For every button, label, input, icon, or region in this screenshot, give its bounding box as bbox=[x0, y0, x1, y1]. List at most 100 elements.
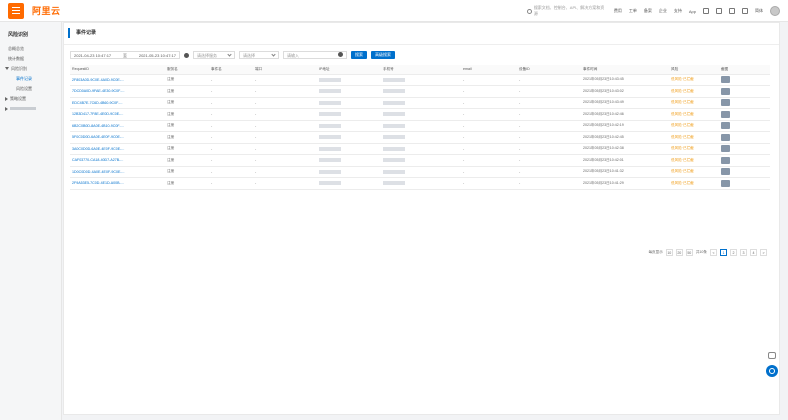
cell-screenshot[interactable] bbox=[719, 74, 770, 86]
sidebar-group-risk[interactable]: 风险识别 bbox=[0, 64, 61, 74]
cell-request-id[interactable]: 1D0C0D0D-4A0E-4E0F-9C0E-... bbox=[70, 166, 165, 178]
table-row[interactable]: 3A0C0D0D-6A0E-4E0F-9C0E-... 注册 - - - -2021年05… bbox=[70, 143, 770, 155]
col-port[interactable]: 端口 bbox=[253, 65, 317, 75]
table-row[interactable]: 5F0C0D0D-6A0E-4E0F-9C0E-... 注册 - - - -2021年05… bbox=[70, 131, 770, 144]
cell-email: - bbox=[461, 154, 517, 167]
advanced-search-button[interactable]: 高级搜索 bbox=[371, 51, 395, 59]
cell-screenshot[interactable] bbox=[719, 166, 770, 178]
screenshot-thumbnail-icon[interactable] bbox=[721, 145, 730, 153]
search-button[interactable]: 搜索 bbox=[351, 51, 367, 59]
keyword-input[interactable]: 请输入 bbox=[283, 51, 347, 59]
col-event[interactable]: 事件名 bbox=[209, 65, 253, 75]
info-icon[interactable] bbox=[184, 52, 189, 58]
screenshot-thumbnail-icon[interactable] bbox=[721, 179, 730, 187]
sidebar-item-overview[interactable]: 总概总览 bbox=[0, 44, 61, 54]
nav-support[interactable]: 支持 bbox=[674, 8, 682, 14]
nav-enterprise[interactable]: 企业 bbox=[659, 8, 667, 14]
cell-request-id[interactable]: 2F803A0D-9C0E-4A0D-9C0E-... bbox=[70, 74, 165, 86]
help-icon[interactable] bbox=[742, 8, 748, 14]
cell-screenshot[interactable] bbox=[719, 143, 770, 155]
cell-risk: 低风险·已拦截 bbox=[669, 85, 719, 98]
cell-request-id[interactable]: 3A0C0D0D-6A0E-4E0F-9C0E-... bbox=[70, 143, 165, 155]
table-row[interactable]: 12B3D417-7F8E-4E0D-9C0E-... 注册 - - - -2021年05… bbox=[70, 108, 770, 121]
sidebar-item-stats[interactable]: 统计数据 bbox=[0, 54, 61, 64]
table-row[interactable]: EDC4B7E-7C6D-4B60-9C0F-... 注册 - - - -2021年05月… bbox=[70, 97, 770, 109]
cell-request-id[interactable]: 12B3D417-7F8E-4E0D-9C0E-... bbox=[70, 108, 165, 121]
type-select[interactable]: 请选择 bbox=[239, 51, 279, 59]
page-size-20[interactable]: 20 bbox=[675, 249, 683, 256]
nav-icp[interactable]: 备案 bbox=[644, 8, 652, 14]
cell-screenshot[interactable] bbox=[719, 85, 770, 98]
table-row[interactable]: 1D0C0D0D-4A0E-4E0F-9C0E-... 注册 - - - -2021年05… bbox=[70, 166, 770, 178]
console-menu-icon[interactable] bbox=[8, 2, 24, 19]
col-request-id[interactable]: RequestID bbox=[70, 65, 165, 75]
col-time[interactable]: 事件时间 bbox=[581, 65, 669, 75]
chat-icon[interactable] bbox=[768, 352, 776, 359]
screenshot-thumbnail-icon[interactable] bbox=[721, 99, 730, 107]
cell-screenshot[interactable] bbox=[719, 131, 770, 144]
service-select[interactable]: 请选择服务 bbox=[193, 51, 235, 59]
screenshot-thumbnail-icon[interactable] bbox=[721, 110, 730, 118]
cell-device: - bbox=[517, 85, 581, 98]
col-ip[interactable]: IP地址 bbox=[317, 65, 381, 75]
col-risk[interactable]: 风险 bbox=[669, 65, 719, 75]
cell-screenshot[interactable] bbox=[719, 177, 770, 190]
date-range-picker[interactable]: 2021-04-23 10:47:17 至 2021-05-23 10:47:1… bbox=[70, 51, 180, 59]
nav-fees[interactable]: 费用 bbox=[614, 8, 622, 14]
page-2-button[interactable]: 2 bbox=[730, 249, 737, 256]
screenshot-thumbnail-icon[interactable] bbox=[721, 133, 730, 141]
cell-screenshot[interactable] bbox=[719, 108, 770, 121]
screenshot-thumbnail-icon[interactable] bbox=[721, 122, 730, 130]
screenshot-thumbnail-icon[interactable] bbox=[721, 168, 730, 176]
cell-request-id[interactable]: 2F9A53E5-7C0D-4E1D-A00B-... bbox=[70, 177, 165, 190]
sidebar-item-events[interactable]: 事件记录 bbox=[0, 74, 61, 84]
cart-icon[interactable] bbox=[729, 8, 735, 14]
page-size-10[interactable]: 10 bbox=[665, 249, 673, 256]
brand-logo[interactable]: 阿里云 bbox=[32, 4, 61, 17]
sidebar-group-hidden[interactable] bbox=[0, 104, 61, 114]
message-icon[interactable] bbox=[703, 8, 709, 14]
nav-app[interactable]: App bbox=[689, 9, 696, 14]
table-row[interactable]: 6B2C0B0D-8A0E-4B10-9C0F-... 注册 - - - -2021年05… bbox=[70, 120, 770, 132]
language-switch[interactable]: 简体 bbox=[755, 8, 763, 14]
table-row[interactable]: 2F9A53E5-7C0D-4E1D-A00B-... 注册 - - - -2021年05… bbox=[70, 177, 770, 190]
table-row[interactable]: CAF03770-CA18-40D7-A27B-... 注册 - - - -2021年05… bbox=[70, 154, 770, 167]
cell-request-id[interactable]: EDC4B7E-7C6D-4B60-9C0F-... bbox=[70, 97, 165, 109]
redacted-value bbox=[383, 158, 405, 163]
cell-screenshot[interactable] bbox=[719, 154, 770, 167]
screenshot-thumbnail-icon[interactable] bbox=[721, 156, 730, 164]
chevron-down-icon bbox=[271, 52, 276, 57]
prev-page-button[interactable]: < bbox=[710, 249, 717, 256]
clear-icon[interactable] bbox=[338, 52, 343, 57]
support-icon[interactable] bbox=[766, 365, 778, 377]
page-1-button[interactable]: 1 bbox=[720, 249, 727, 256]
notification-icon[interactable] bbox=[716, 8, 722, 14]
cell-request-id[interactable]: 6B2C0B0D-8A0E-4B10-9C0F-... bbox=[70, 120, 165, 132]
redacted-value bbox=[383, 112, 405, 117]
global-search[interactable]: 搜索文档、控制台、API、解决方案和资源 bbox=[526, 5, 607, 17]
page-size-50[interactable]: 50 bbox=[685, 249, 693, 256]
next-page-button[interactable]: > bbox=[760, 249, 767, 256]
sidebar-group-policy[interactable]: 策略设置 bbox=[0, 94, 61, 104]
cell-screenshot[interactable] bbox=[719, 120, 770, 132]
redacted-value bbox=[319, 77, 341, 82]
cell-time: 2021年05月23日10:43:49 bbox=[581, 97, 669, 109]
col-email[interactable]: email bbox=[461, 65, 517, 75]
page-3-button[interactable]: 3 bbox=[740, 249, 747, 256]
cell-request-id[interactable]: 5F0C0D0D-6A0E-4E0F-9C0E-... bbox=[70, 131, 165, 144]
sidebar-item-risk-settings[interactable]: 风险设置 bbox=[0, 84, 61, 94]
user-avatar[interactable] bbox=[770, 6, 780, 16]
screenshot-thumbnail-icon[interactable] bbox=[721, 87, 730, 95]
cell-screenshot[interactable] bbox=[719, 97, 770, 109]
cell-request-id[interactable]: CAF03770-CA18-40D7-A27B-... bbox=[70, 154, 165, 167]
col-device[interactable]: 设备ID bbox=[517, 65, 581, 75]
cell-request-id[interactable]: 7DCD0A0D-9FAE-4E30-9C0F-... bbox=[70, 85, 165, 98]
page-4-button[interactable]: 4 bbox=[750, 249, 757, 256]
screenshot-thumbnail-icon[interactable] bbox=[721, 76, 730, 84]
table-row[interactable]: 2F803A0D-9C0E-4A0D-9C0E-... 注册 - - - -2021年05… bbox=[70, 74, 770, 86]
col-screenshot[interactable]: 截图 bbox=[719, 65, 770, 75]
nav-tickets[interactable]: 工单 bbox=[629, 8, 637, 14]
col-phone[interactable]: 手机号 bbox=[381, 65, 461, 75]
table-row[interactable]: 7DCD0A0D-9FAE-4E30-9C0F-... 注册 - - - -2021年05… bbox=[70, 85, 770, 98]
col-service[interactable]: 服务名 bbox=[165, 65, 209, 75]
